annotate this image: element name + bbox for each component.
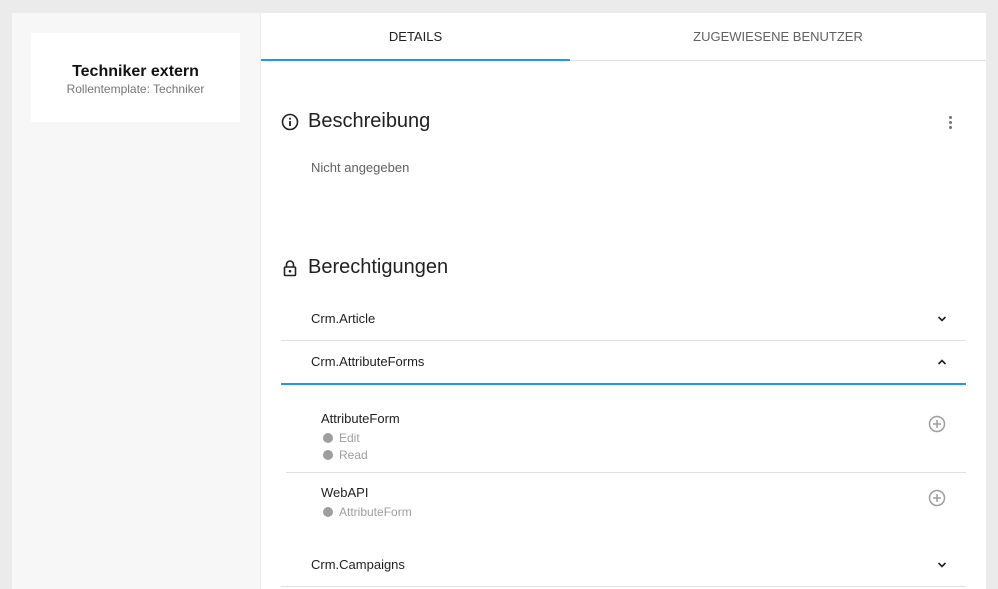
permission-right: Edit xyxy=(323,431,360,445)
permission-group-crm-article[interactable]: Crm.Article xyxy=(281,298,966,341)
divider xyxy=(286,472,966,473)
description-header: Beschreibung xyxy=(280,110,430,133)
permission-item-title: WebAPI xyxy=(321,485,369,500)
permissions-title: Berechtigungen xyxy=(308,256,449,278)
permission-item-webapi: WebAPI AttributeForm xyxy=(286,485,966,521)
chevron-down-icon xyxy=(937,562,947,568)
permission-group-crm-attributeforms[interactable]: Crm.AttributeForms xyxy=(281,341,966,385)
chevron-up-icon xyxy=(937,359,947,365)
permission-group-label: Crm.Campaigns xyxy=(311,557,405,572)
main-panel: DETAILS ZUGEWIESENE BENUTZER Beschreibun… xyxy=(261,13,986,589)
permission-right: AttributeForm xyxy=(323,505,412,519)
permission-group-crm-campaigns[interactable]: Crm.Campaigns xyxy=(281,544,966,587)
add-circle-icon[interactable] xyxy=(928,489,946,507)
permissions-header: Berechtigungen xyxy=(280,256,448,279)
status-dot xyxy=(323,450,333,460)
description-title: Beschreibung xyxy=(308,110,431,132)
add-circle-icon[interactable] xyxy=(928,415,946,433)
chevron-down-icon xyxy=(937,316,947,322)
tab-bar: DETAILS ZUGEWIESENE BENUTZER xyxy=(261,13,986,61)
status-dot xyxy=(323,507,333,517)
status-dot xyxy=(323,433,333,443)
permission-group-label: Crm.AttributeForms xyxy=(311,354,425,369)
lock-icon xyxy=(283,259,297,276)
permission-right: Read xyxy=(323,448,368,462)
more-options-icon[interactable] xyxy=(943,114,957,134)
role-card[interactable]: Techniker extern Rollentemplate: Technik… xyxy=(31,33,240,122)
role-template: Rollentemplate: Techniker xyxy=(66,82,205,96)
role-name: Techniker extern xyxy=(72,63,199,80)
tab-details[interactable]: DETAILS xyxy=(261,13,570,60)
permission-item-attributeform: AttributeForm Edit Read xyxy=(286,411,966,471)
active-tab-indicator xyxy=(261,59,570,61)
permission-group-label: Crm.Article xyxy=(311,311,376,326)
role-sidebar: Techniker extern Rollentemplate: Technik… xyxy=(12,13,260,589)
permission-item-title: AttributeForm xyxy=(321,411,400,426)
info-icon xyxy=(281,113,299,130)
tab-assigned-users[interactable]: ZUGEWIESENE BENUTZER xyxy=(570,13,986,60)
description-text: Nicht angegeben xyxy=(311,160,410,175)
